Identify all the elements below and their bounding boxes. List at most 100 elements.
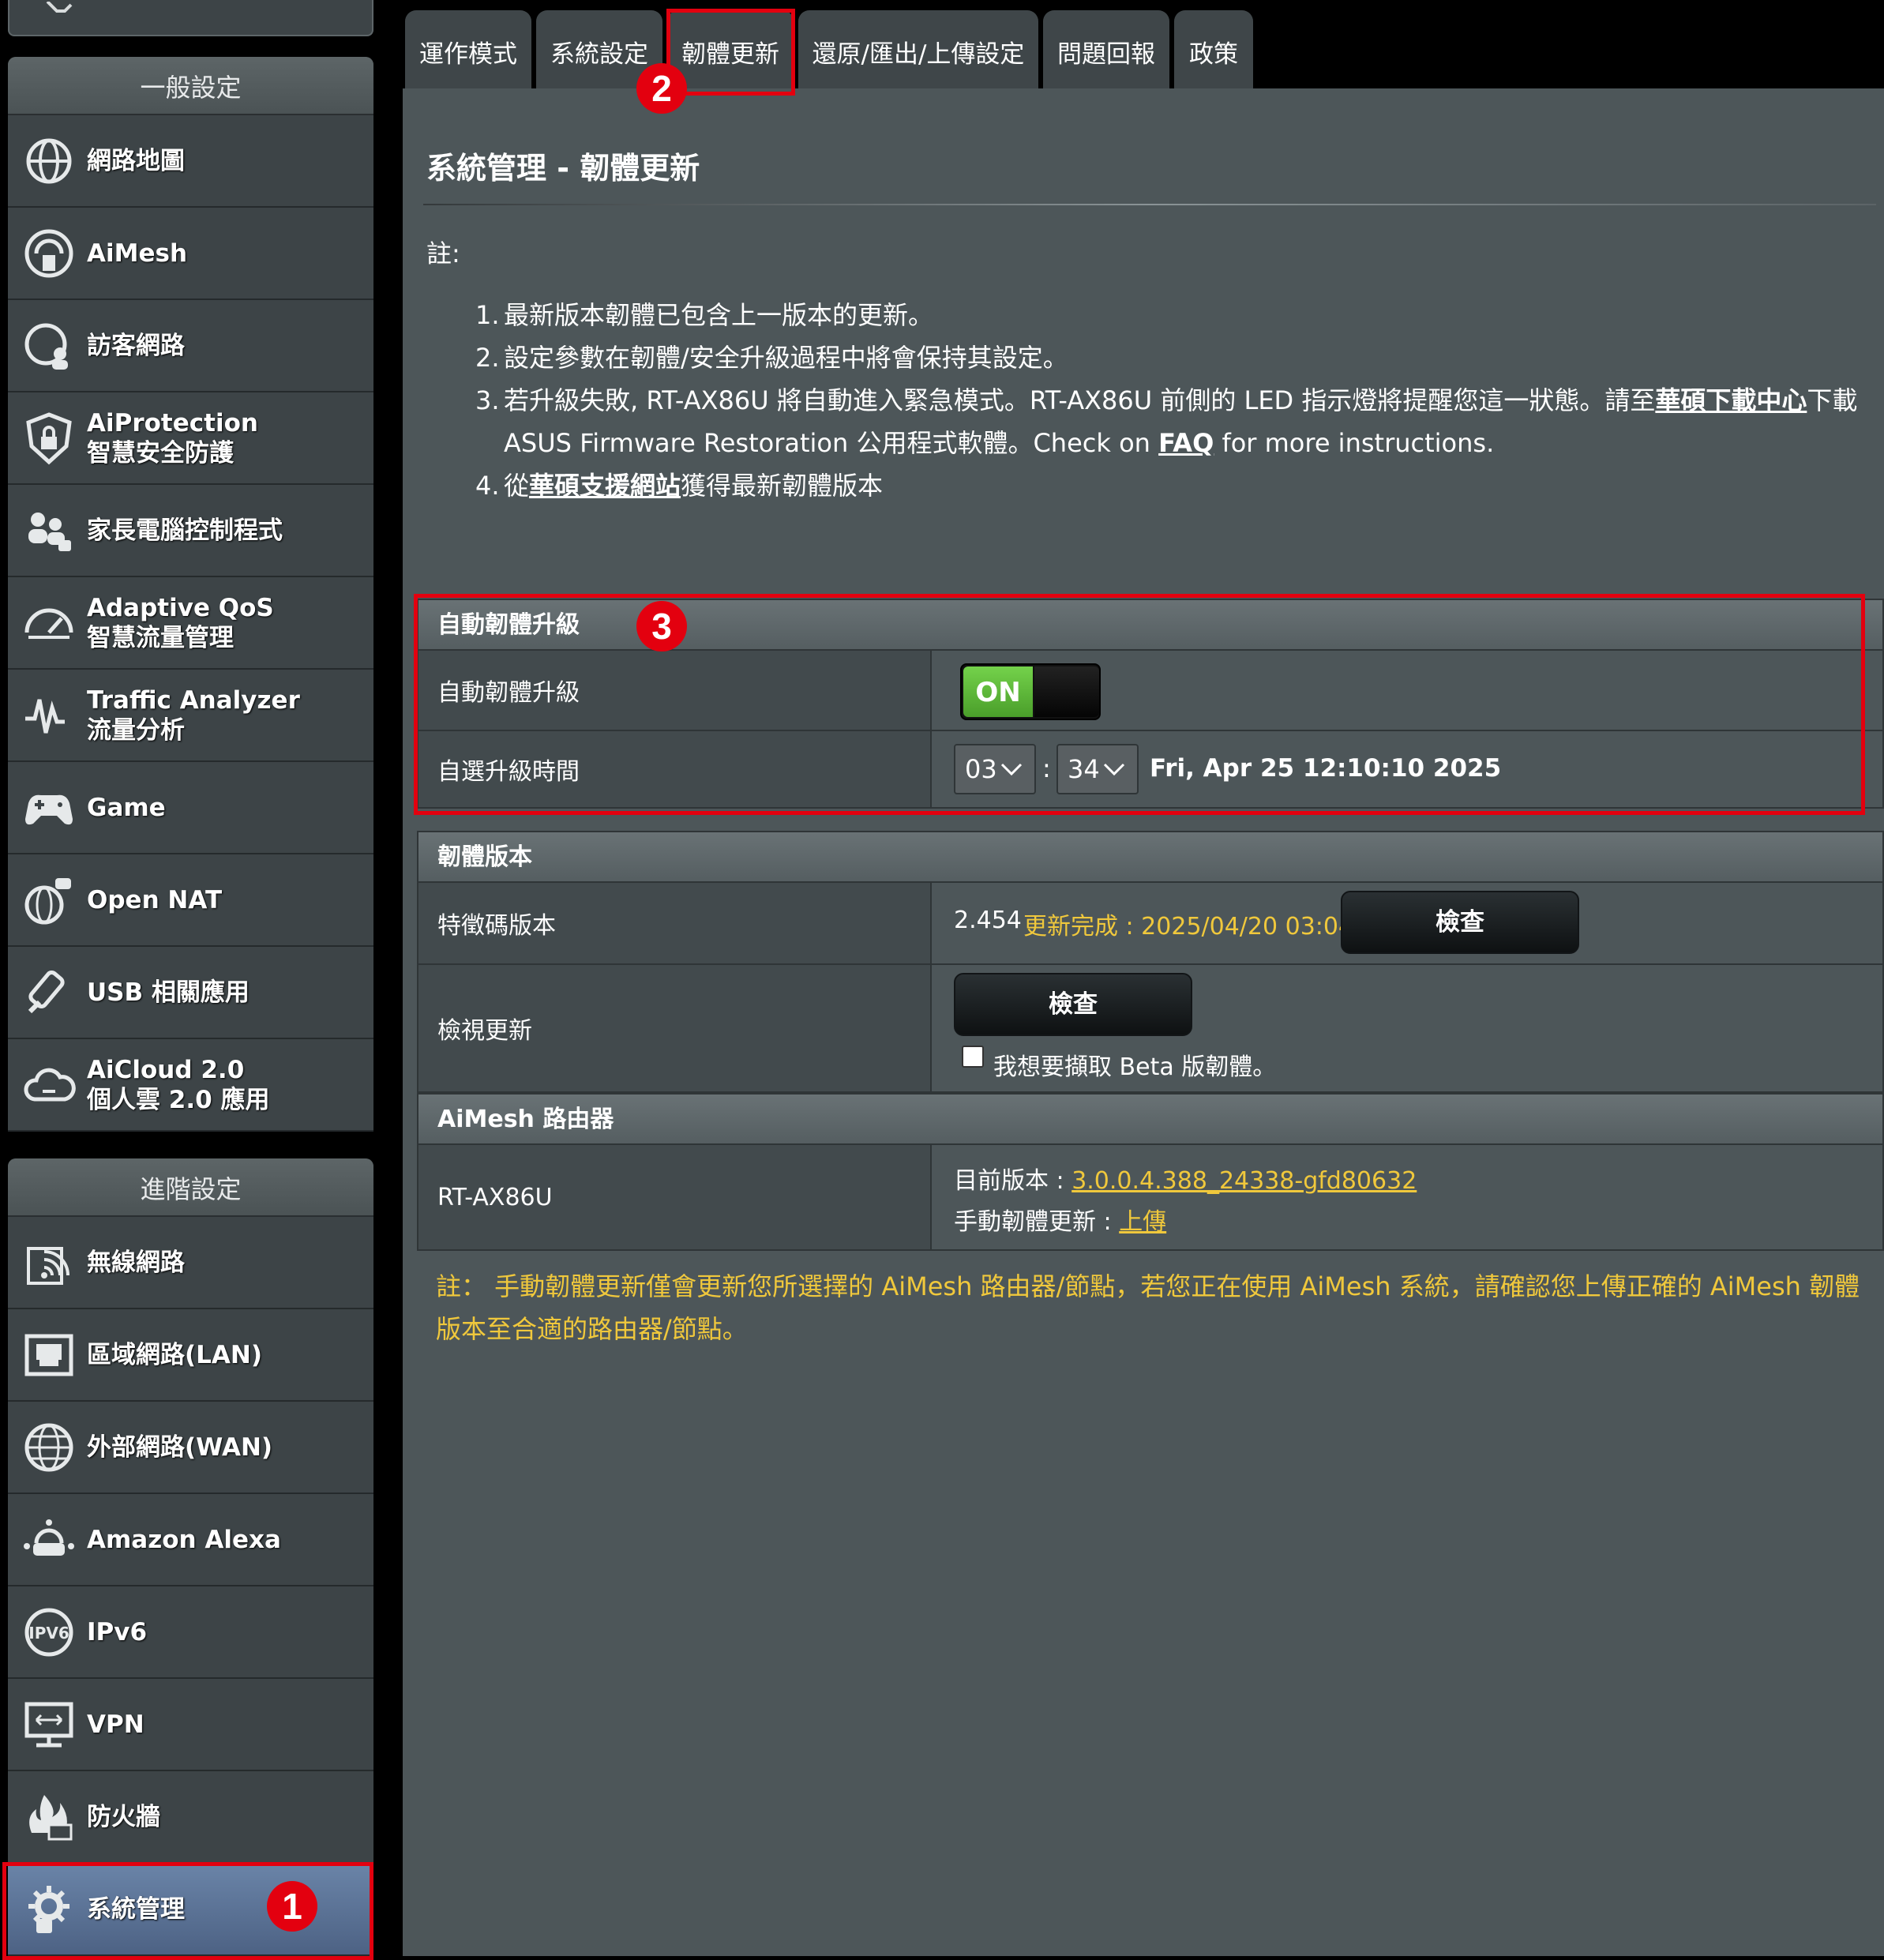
- advanced-settings-header: 進階設定: [8, 1158, 373, 1217]
- sidebar-item-alexa[interactable]: Amazon Alexa: [8, 1494, 373, 1586]
- upload-link[interactable]: 上傳: [1119, 1208, 1166, 1236]
- wrench-icon: [46, 2, 73, 13]
- aimesh-section-header: AiMesh 路由器: [417, 1093, 1884, 1145]
- note-text: 最新版本韌體已包含上一版本的更新。: [504, 300, 934, 330]
- check-update-value: 檢查 我想要擷取 Beta 版韌體。: [933, 965, 1882, 1091]
- sidebar-item-label-line: Open NAT: [87, 885, 223, 914]
- signature-check-button[interactable]: 檢查: [1341, 891, 1579, 954]
- beta-firmware-checkbox[interactable]: [962, 1046, 984, 1068]
- note-text-part: for more instructions.: [1214, 428, 1495, 458]
- aimesh-router-value: 目前版本 : 3.0.0.4.388_24338-gfd80632 手動韌體更新…: [933, 1145, 1882, 1249]
- firmware-check-button[interactable]: 檢查: [954, 973, 1192, 1036]
- sidebar-item-lan-port[interactable]: 區域網路(LAN): [8, 1309, 373, 1402]
- sidebar-item-label-line: 家長電腦控制程式: [87, 516, 283, 545]
- sidebar-item-ipv6[interactable]: IPV6 IPv6: [8, 1586, 373, 1679]
- tab-restore-save-upload[interactable]: 還原/匯出/上傳設定: [798, 10, 1038, 88]
- sidebar-item-vpn-monitor[interactable]: VPN: [8, 1679, 373, 1771]
- note-text: 設定參數在韌體/安全升級過程中將會保持其設定。: [504, 343, 1068, 373]
- sidebar-item-globe-network[interactable]: 網路地圖: [8, 115, 373, 208]
- callout-badge-2: 2: [636, 63, 687, 114]
- tab-privacy[interactable]: 政策: [1174, 10, 1253, 88]
- sidebar-item-label: 防火牆: [87, 1802, 160, 1832]
- notes-label: 註:: [426, 238, 460, 268]
- manual-update-line: 手動韌體更新 : 上傳: [954, 1202, 1166, 1237]
- sidebar-item-label-line: AiMesh: [87, 238, 188, 268]
- sidebar-item-label: IPv6: [87, 1617, 147, 1647]
- sidebar-item-wireless[interactable]: 無線網路: [8, 1217, 373, 1309]
- asus-support-site-link[interactable]: 華碩支援網站: [529, 471, 681, 501]
- tab-feedback[interactable]: 問題回報: [1043, 10, 1169, 88]
- sidebar-item-label: Traffic Analyzer 流量分析: [87, 685, 300, 745]
- sidebar-item-cloud[interactable]: AiCloud 2.0 個人雲 2.0 應用: [8, 1039, 373, 1132]
- sidebar-item-label: 網路地圖: [87, 146, 185, 176]
- sidebar-item-label-line: Game: [87, 793, 166, 822]
- sidebar-item-label: Adaptive QoS 智慧流量管理: [87, 593, 274, 653]
- sidebar-item-label: Game: [87, 793, 166, 823]
- tab-bar: 運作模式 系統設定 韌體更新 還原/匯出/上傳設定 問題回報 政策: [403, 0, 1884, 88]
- advanced-settings-list: 無線網路 區域網路(LAN) 外部網路(WAN) Amazon Alexa IPV6 IP…: [8, 1217, 373, 1956]
- check-update-row: 檢視更新 檢查 我想要擷取 Beta 版韌體。: [417, 965, 1884, 1093]
- faq-link[interactable]: FAQ: [1158, 428, 1214, 458]
- callout-badge-3: 3: [636, 601, 687, 651]
- note-item: 4. 從華碩支援網站獲得最新韌體版本: [475, 464, 1881, 507]
- sidebar-top-stub: [8, 0, 373, 36]
- sidebar-item-label-line: 無線網路: [87, 1248, 185, 1277]
- sidebar-item-guest-network[interactable]: 訪客網路: [8, 300, 373, 392]
- sidebar-item-label-line: 訪客網路: [87, 331, 185, 360]
- general-settings-list: 網路地圖 AiMesh 訪客網路 AiProtection 智慧安全防護家長電腦控制程式…: [8, 115, 373, 1132]
- signature-row: 特徵碼版本 2.454 更新完成 : 2025/04/20 03:04 檢查: [417, 883, 1884, 965]
- sidebar-item-label: 無線網路: [87, 1248, 185, 1278]
- aimesh-footnote: 註： 手動韌體更新僅會更新您所選擇的 AiMesh 路由器/節點，若您正在使用 …: [436, 1271, 1860, 1344]
- note-text-part: 若升級失敗, RT-AX86U 將自動進入緊急模式。RT-AX86U 前側的 L…: [504, 385, 1656, 415]
- svg-text:IPV6: IPV6: [28, 1624, 69, 1643]
- sidebar-item-label: 訪客網路: [87, 331, 185, 361]
- vpn-monitor-icon: [16, 1692, 82, 1758]
- sidebar-item-label-line: 防火牆: [87, 1802, 160, 1831]
- speedometer-icon: [16, 590, 82, 656]
- callout-badge-1: 1: [267, 1881, 317, 1932]
- check-update-label: 檢視更新: [418, 965, 932, 1091]
- current-version-link[interactable]: 3.0.0.4.388_24338-gfd80632: [1071, 1167, 1417, 1195]
- sidebar-item-usb[interactable]: USB 相關應用: [8, 947, 373, 1039]
- sidebar-item-label: AiMesh: [87, 238, 187, 268]
- title-divider: [423, 204, 1876, 205]
- sidebar-item-open-nat[interactable]: Open NAT: [8, 854, 373, 947]
- sidebar-item-firewall[interactable]: 防火牆: [8, 1771, 373, 1864]
- current-version-label: 目前版本 :: [954, 1167, 1072, 1195]
- sidebar-item-label-line: 智慧安全防護: [87, 438, 234, 467]
- sidebar-item-label-line: Traffic Analyzer: [87, 685, 300, 715]
- usb-icon: [16, 959, 82, 1026]
- note-item: 1. 最新版本韌體已包含上一版本的更新。: [475, 294, 1881, 336]
- note-item: 2. 設定參數在韌體/安全升級過程中將會保持其設定。: [475, 336, 1881, 379]
- general-settings-panel: 一般設定 網路地圖 AiMesh 訪客網路 AiProtection 智慧安全防護 家長電…: [8, 57, 373, 1132]
- shield-lock-icon: [16, 405, 82, 471]
- asus-download-center-link[interactable]: 華碩下載中心: [1655, 385, 1807, 415]
- firmware-section-header: 韌體版本: [417, 831, 1884, 883]
- sidebar-item-shield-lock[interactable]: AiProtection 智慧安全防護: [8, 392, 373, 485]
- sidebar-item-parental-control[interactable]: 家長電腦控制程式: [8, 485, 373, 577]
- sidebar-item-label-line: 外部網路(WAN): [87, 1432, 273, 1462]
- note-text-part: 從: [504, 471, 530, 501]
- parental-control-icon: [16, 498, 82, 564]
- sidebar-item-label: 外部網路(WAN): [87, 1432, 272, 1462]
- firewall-icon: [16, 1784, 82, 1850]
- sidebar-item-speedometer[interactable]: Adaptive QoS 智慧流量管理: [8, 577, 373, 670]
- sidebar-item-label-line: Adaptive QoS: [87, 593, 274, 622]
- signature-status: 更新完成 : 2025/04/20 03:04: [1023, 913, 1354, 941]
- main-content: 系統管理 - 韌體更新 註: 1. 最新版本韌體已包含上一版本的更新。 2. 設定參…: [403, 88, 1884, 1956]
- wireless-icon: [16, 1230, 82, 1296]
- gamepad-icon: [16, 775, 82, 841]
- tab-operation-mode[interactable]: 運作模式: [405, 10, 531, 88]
- beta-firmware-label: 我想要擷取 Beta 版韌體。: [993, 1053, 1277, 1081]
- aimesh-model: RT-AX86U: [418, 1145, 932, 1249]
- lan-port-icon: [16, 1322, 82, 1388]
- sidebar-item-aimesh[interactable]: AiMesh: [8, 208, 373, 300]
- sidebar-item-traffic-wave[interactable]: Traffic Analyzer 流量分析: [8, 670, 373, 762]
- cloud-icon: [16, 1052, 82, 1118]
- sidebar-item-gamepad[interactable]: Game: [8, 762, 373, 854]
- tab-label: 運作模式: [419, 40, 517, 69]
- callout-box-auto-upgrade: [414, 594, 1865, 815]
- sidebar-item-wan-globe[interactable]: 外部網路(WAN): [8, 1402, 373, 1494]
- sidebar-item-label-line: AiProtection: [87, 408, 258, 437]
- sidebar-item-label: Open NAT: [87, 885, 222, 915]
